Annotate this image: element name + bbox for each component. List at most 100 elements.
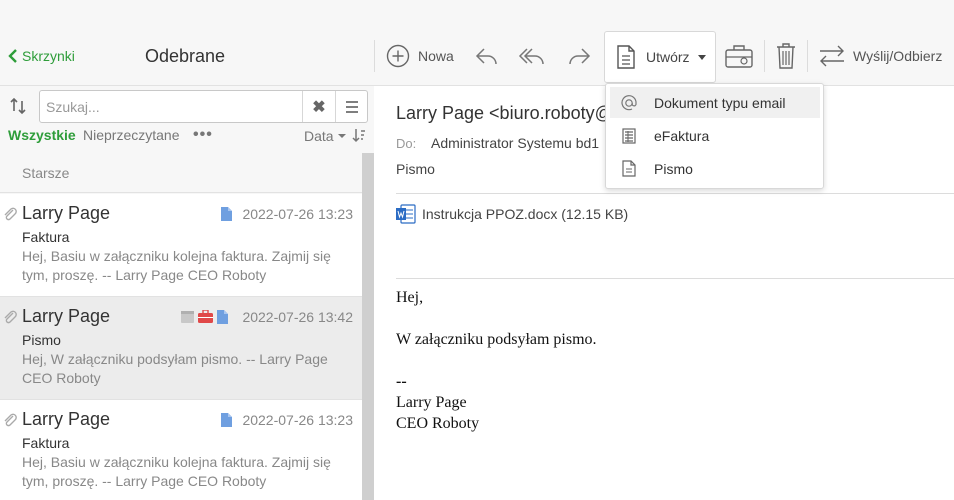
message-sender: Larry Page: [22, 409, 111, 429]
close-icon: ✖: [312, 98, 326, 116]
message-from: Larry Page <biuro.roboty@: [396, 103, 613, 123]
calendar-icon: [181, 311, 194, 323]
attachment-link[interactable]: Instrukcja PPOZ.docx (12.15 KB): [396, 204, 628, 224]
message-preview: Hej, W załączniku podsyłam pismo. -- Lar…: [22, 351, 328, 386]
message-subject: Faktura: [22, 229, 70, 245]
briefcase-icon: [198, 310, 213, 323]
message-preview: Hej, Basiu w załączniku kolejna faktura.…: [22, 248, 331, 283]
paperclip-icon: [4, 207, 17, 221]
message-body: Hej, W załączniku podsyłam pismo. -- Lar…: [396, 287, 936, 434]
send-receive-button[interactable]: Wyślij/Odbierz: [818, 40, 942, 72]
at-icon: [620, 94, 638, 112]
toolbar-divider: [807, 40, 808, 72]
chevron-left-icon: [8, 49, 17, 63]
body-line: Hej,: [396, 289, 424, 306]
new-message-label: Nowa: [418, 48, 454, 64]
delete-button[interactable]: [775, 40, 797, 72]
document-icon: [221, 207, 232, 221]
message-date: 2022-07-26 13:23: [242, 412, 353, 428]
body-line: W załączniku podsyłam pismo.: [396, 331, 597, 348]
hamburger-icon: [346, 100, 358, 113]
message-to-label: Do:: [396, 136, 417, 151]
back-to-mailboxes-link[interactable]: Skrzynki: [8, 48, 75, 64]
attachment-label: Instrukcja PPOZ.docx (12.15 KB): [422, 206, 629, 222]
message-list-item-selected[interactable]: Larry Page 2022-07-26 13:42 Pismo Hej, W…: [0, 297, 362, 400]
sort-by-dropdown[interactable]: Data: [304, 128, 347, 144]
message-preview: Hej, Basiu w załączniku kolejna faktura.…: [22, 454, 331, 489]
document-icon: [217, 310, 228, 324]
menu-item-label: Pismo: [654, 160, 693, 177]
document-icon: [617, 45, 635, 69]
create-dropdown-button[interactable]: Utwórz: [604, 31, 716, 83]
sync-arrows-icon: [820, 45, 844, 67]
message-type: Pismo: [396, 161, 435, 177]
group-header: Starsze: [0, 153, 362, 193]
reply-icon: [475, 48, 497, 65]
create-label: Utwórz: [646, 49, 690, 65]
message-list: Starsze Larry Page 2022-07-26 13:23 Fakt…: [0, 153, 374, 500]
forward-icon: [569, 48, 591, 65]
more-filters-button[interactable]: •••: [193, 126, 213, 144]
message-toolbar: Nowa Utwórz Wyślij/Odbierz: [374, 0, 954, 86]
toolbar-divider: [764, 40, 765, 72]
document-icon: [221, 413, 232, 427]
new-message-button[interactable]: Nowa: [386, 40, 454, 72]
message-list-item[interactable]: Larry Page 2022-07-26 13:23 Faktura Hej,…: [0, 194, 362, 297]
business-case-button[interactable]: [724, 40, 754, 72]
message-type-icons: [221, 207, 232, 221]
search-input[interactable]: [46, 97, 296, 117]
word-document-icon: [396, 204, 416, 224]
plus-circle-icon: [386, 44, 410, 68]
document-icon: [620, 160, 638, 178]
message-type-icons: [181, 310, 228, 324]
caret-down-icon: [337, 134, 346, 138]
search-options-button[interactable]: [335, 91, 368, 122]
sort-direction-icon[interactable]: [352, 127, 366, 143]
briefcase-icon: [725, 45, 753, 68]
sync-icon[interactable]: [8, 96, 28, 116]
menu-item-einvoice[interactable]: eFaktura: [610, 120, 820, 151]
forward-button[interactable]: [566, 40, 592, 72]
message-subject: Faktura: [22, 435, 70, 451]
filter-row: Wszystkie Nieprzeczytane ••• Data: [0, 126, 374, 148]
menu-item-label: eFaktura: [654, 127, 710, 144]
paperclip-icon: [4, 413, 17, 427]
menu-item-email-document[interactable]: Dokument typu email: [610, 87, 820, 118]
message-date: 2022-07-26 13:42: [242, 309, 353, 325]
menu-item-label: Dokument typu email: [654, 94, 786, 111]
send-receive-label: Wyślij/Odbierz: [853, 48, 943, 64]
body-divider: [396, 278, 954, 279]
filter-unread-tab[interactable]: Nieprzeczytane: [83, 127, 180, 143]
paperclip-icon: [4, 310, 17, 324]
back-label: Skrzynki: [22, 48, 75, 64]
caret-down-icon: [697, 54, 706, 60]
left-header: Skrzynki Odebrane: [0, 0, 374, 86]
trash-icon: [777, 43, 795, 69]
reply-all-icon: [518, 48, 544, 65]
toolbar-divider: [374, 40, 375, 72]
message-date: 2022-07-26 13:23: [242, 206, 353, 222]
invoice-icon: [620, 127, 638, 145]
create-dropdown-menu: Dokument typu email eFaktura Pismo: [605, 83, 824, 189]
menu-item-letter[interactable]: Pismo: [610, 153, 820, 184]
list-scrollbar[interactable]: [362, 153, 374, 500]
reply-button[interactable]: [474, 40, 500, 72]
message-sender: Larry Page: [22, 306, 111, 326]
message-sender: Larry Page: [22, 203, 111, 223]
body-line: CEO Roboty: [396, 415, 480, 432]
body-line: Larry Page: [396, 394, 467, 411]
body-line: --: [396, 373, 407, 390]
search-box: ✖: [39, 90, 368, 123]
search-row: ✖: [0, 88, 374, 124]
message-to: Administrator Systemu bd1: [431, 135, 600, 151]
message-list-item[interactable]: Larry Page 2022-07-26 13:23 Faktura Hej,…: [0, 400, 362, 500]
mailbox-list-pane: Skrzynki Odebrane ✖ Wszystkie Nieprzeczy…: [0, 0, 374, 500]
folder-title: Odebrane: [145, 46, 226, 66]
header-divider: [396, 193, 954, 194]
reply-all-button[interactable]: [518, 40, 548, 72]
sort-label: Data: [304, 128, 334, 144]
search-clear-button[interactable]: ✖: [302, 91, 335, 122]
message-type-icons: [221, 413, 232, 427]
message-subject: Pismo: [22, 332, 61, 348]
filter-all-tab[interactable]: Wszystkie: [8, 127, 76, 143]
